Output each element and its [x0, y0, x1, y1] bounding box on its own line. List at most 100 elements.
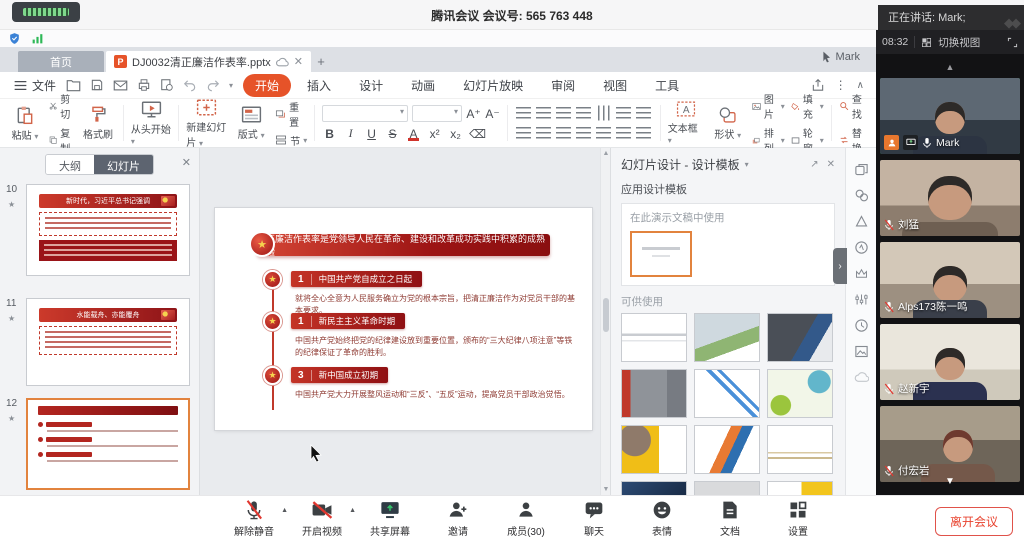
subscript-button[interactable]: x₂ [448, 127, 463, 141]
underline-button[interactable]: U [364, 127, 379, 141]
docs-button[interactable]: 文档 [708, 500, 752, 538]
line-spacing-button[interactable] [615, 104, 633, 122]
settings-button[interactable]: 设置 [776, 500, 820, 538]
unmute-button[interactable]: 解除静音▲ [232, 500, 276, 538]
scroll-participants-down-icon[interactable]: ▼ [876, 476, 1024, 487]
participant-tile[interactable]: 付宏岩 [880, 406, 1020, 482]
align-center-button[interactable] [535, 124, 553, 142]
print-preview-icon[interactable] [160, 78, 174, 92]
close-tab-icon[interactable]: ✕ [294, 55, 303, 68]
tab-home[interactable]: 首页 [18, 51, 104, 72]
current-template-thumbnail[interactable] [630, 231, 692, 277]
design-template-thumbnail[interactable] [767, 425, 833, 474]
triangle-tool-icon[interactable] [854, 214, 869, 229]
align-right-button[interactable] [555, 124, 573, 142]
design-template-thumbnail[interactable] [621, 369, 687, 418]
export-mail-icon[interactable] [113, 79, 128, 92]
layout-button[interactable]: 版式 ▾ [233, 105, 269, 141]
mic-options-caret-icon[interactable]: ▲ [281, 507, 288, 514]
format-painter-button[interactable]: 格式刷 [80, 105, 116, 141]
design-template-thumbnail[interactable] [694, 313, 760, 362]
number-list-button[interactable] [535, 104, 553, 122]
tab-tools[interactable]: 工具 [643, 74, 691, 97]
picture-button[interactable]: 图片 ▾ [752, 91, 785, 121]
tab-start[interactable]: 开始 [243, 74, 291, 97]
clear-format-button[interactable]: ⌫ [469, 127, 484, 141]
cut-button[interactable]: 剪切 [49, 91, 74, 121]
invite-button[interactable]: 邀请 [436, 500, 480, 538]
start-video-button[interactable]: 开启视频▲ [300, 500, 344, 538]
tab-review[interactable]: 审阅 [539, 74, 587, 97]
tab-slides[interactable]: 幻灯片 [94, 155, 153, 174]
from-beginning-button[interactable]: 从头开始 ▾ [131, 100, 172, 147]
expand-panel-icon[interactable]: ↗ [810, 159, 818, 170]
strikethrough-button[interactable]: S [385, 127, 400, 141]
shapes-tool-icon[interactable] [854, 188, 869, 203]
close-panel-icon[interactable]: ✕ [827, 159, 835, 170]
superscript-button[interactable]: x² [427, 127, 442, 141]
scroll-participants-up-icon[interactable]: ▲ [876, 62, 1024, 72]
reset-button[interactable]: 重置 [275, 99, 307, 129]
fill-button[interactable]: 填充 ▾ [791, 91, 824, 121]
switch-view-button[interactable]: 切换视图 [938, 35, 980, 50]
paste-button[interactable]: 粘贴 ▾ [7, 105, 43, 142]
new-tab-button[interactable]: + [311, 51, 331, 72]
design-template-thumbnail[interactable] [621, 313, 687, 362]
open-folder-icon[interactable] [66, 78, 81, 92]
columns-button[interactable] [635, 104, 653, 122]
find-button[interactable]: 查找 [839, 91, 869, 121]
shapes-button[interactable]: 形状 ▾ [710, 106, 746, 141]
fullscreen-icon[interactable] [1007, 37, 1018, 48]
design-template-thumbnail[interactable] [694, 425, 760, 474]
canvas-scrollbar[interactable]: ▲ ▼ [600, 148, 610, 495]
more-menu-icon[interactable]: ⋮ [835, 78, 847, 92]
emoji-button[interactable]: 表情 [640, 500, 684, 538]
print-icon[interactable] [137, 78, 151, 92]
vertical-align-button[interactable] [615, 124, 633, 142]
chat-button[interactable]: 聊天 [572, 500, 616, 538]
tab-document[interactable]: P DJ0032清正廉洁作表率.pptx ✕ [106, 51, 311, 72]
scrollbar-thumb[interactable] [603, 298, 609, 332]
participant-tile[interactable]: 刘猛 [880, 160, 1020, 236]
undo-icon[interactable] [183, 79, 197, 92]
collapse-strip-handle[interactable]: › [833, 248, 847, 284]
slide-thumbnail-11[interactable]: 水能载舟、亦能覆舟 [26, 298, 190, 386]
align-left-button[interactable] [515, 124, 533, 142]
tab-slideshow[interactable]: 幻灯片放映 [451, 74, 535, 97]
bold-button[interactable]: B [322, 127, 337, 141]
tab-outline[interactable]: 大纲 [46, 155, 94, 174]
leave-meeting-button[interactable]: 离开会议 [935, 507, 1013, 536]
slides-stack-icon[interactable] [854, 162, 869, 177]
video-options-caret-icon[interactable]: ▲ [349, 507, 356, 514]
share-icon[interactable] [811, 79, 825, 92]
collapse-ribbon-icon[interactable]: ∧ [857, 80, 864, 91]
italic-button[interactable]: I [343, 126, 358, 141]
panel-dropdown-icon[interactable]: ▾ [745, 160, 749, 169]
current-slide[interactable]: ★ 清正廉洁作表率是党领导人民在革命、建设和改革成功实践中积累的成熟经验 ★ 1… [215, 208, 592, 430]
tab-animation[interactable]: 动画 [399, 74, 447, 97]
distribute-button[interactable] [595, 124, 613, 142]
paragraph-settings-button[interactable] [635, 124, 653, 142]
slide-thumbnail-12-selected[interactable] [26, 398, 190, 490]
redo-icon[interactable] [206, 79, 220, 92]
textbox-button[interactable]: A 文本框 ▾ [668, 100, 704, 146]
decrease-font-button[interactable]: A⁻ [485, 107, 500, 121]
font-color-button[interactable]: A [406, 127, 421, 141]
design-template-thumbnail[interactable] [621, 425, 687, 474]
tab-design[interactable]: 设计 [347, 74, 395, 97]
increase-font-button[interactable]: A⁺ [466, 107, 481, 121]
tab-insert[interactable]: 插入 [295, 74, 343, 97]
share-screen-button[interactable]: 共享屏幕 [368, 500, 412, 538]
quick-access-caret-icon[interactable]: ▾ [229, 81, 233, 90]
font-family-select[interactable] [322, 105, 408, 122]
decrease-indent-button[interactable] [555, 104, 573, 122]
text-direction-button[interactable] [595, 104, 613, 122]
history-icon[interactable] [854, 318, 869, 333]
save-icon[interactable] [90, 78, 104, 92]
design-template-thumbnail[interactable] [767, 369, 833, 418]
smart-tool-icon[interactable] [854, 240, 869, 255]
bullet-list-button[interactable] [515, 104, 533, 122]
image-tool-icon[interactable] [854, 344, 869, 359]
participant-tile[interactable]: Alps173陈一鸣 [880, 242, 1020, 318]
settings-sliders-icon[interactable] [854, 292, 869, 307]
